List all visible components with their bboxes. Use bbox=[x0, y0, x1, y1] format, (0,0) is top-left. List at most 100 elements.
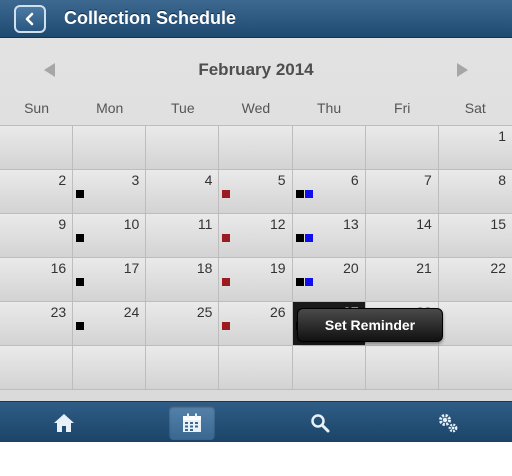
calendar-day-cell[interactable]: 13 bbox=[292, 214, 366, 258]
calendar-empty-cell bbox=[0, 126, 74, 170]
blue-collection-marker bbox=[304, 278, 313, 286]
calendar-day-cell[interactable]: 25 bbox=[146, 302, 220, 346]
day-number: 13 bbox=[343, 216, 359, 232]
blue-collection-marker bbox=[304, 190, 313, 198]
home-icon bbox=[54, 414, 74, 432]
collection-markers bbox=[295, 278, 313, 286]
calendar-empty-cell bbox=[73, 126, 147, 170]
calendar-empty-cell bbox=[292, 126, 366, 170]
calendar-day-cell[interactable]: 1 bbox=[438, 126, 512, 170]
next-month-button[interactable] bbox=[457, 63, 468, 77]
weekday-header-row: Sun Mon Tue Wed Thu Fri Sat bbox=[0, 100, 512, 122]
day-number: 6 bbox=[350, 172, 359, 188]
calendar-panel: February 2014 Sun Mon Tue Wed Thu Fri Sa… bbox=[0, 38, 512, 401]
tab-home[interactable] bbox=[41, 406, 87, 440]
day-number: 20 bbox=[343, 260, 359, 276]
blue-collection-marker bbox=[304, 234, 313, 242]
weekday-label: Wed bbox=[241, 100, 271, 116]
calendar-day-cell[interactable]: 3 bbox=[73, 170, 147, 214]
day-number: 7 bbox=[424, 172, 432, 188]
month-title: February 2014 bbox=[198, 60, 314, 79]
calendar-day-cell[interactable]: 18 bbox=[146, 258, 220, 302]
calendar-empty-cell bbox=[365, 346, 439, 390]
weekday-label: Sun bbox=[24, 100, 50, 116]
red-collection-marker bbox=[222, 190, 231, 198]
day-number: 22 bbox=[490, 260, 506, 276]
day-number: 12 bbox=[269, 216, 286, 232]
calendar-day-cell[interactable]: 19 bbox=[219, 258, 293, 302]
calendar-empty-cell bbox=[219, 126, 293, 170]
calendar-icon bbox=[183, 413, 201, 432]
day-number: 2 bbox=[58, 172, 67, 188]
calendar-day-cell[interactable]: 7 bbox=[365, 170, 439, 214]
black-collection-marker bbox=[76, 190, 85, 198]
calendar-day-cell[interactable]: 2 bbox=[0, 170, 74, 214]
black-collection-marker bbox=[295, 278, 304, 286]
calendar-day-cell[interactable]: 21 bbox=[365, 258, 439, 302]
collection-markers bbox=[222, 322, 231, 330]
app-header: Collection Schedule bbox=[0, 0, 512, 38]
calendar-day-cell[interactable]: 9 bbox=[0, 214, 74, 258]
calendar-day-cell[interactable]: 8 bbox=[438, 170, 512, 214]
calendar-day-cell[interactable]: 20 bbox=[292, 258, 366, 302]
calendar-day-cell[interactable]: 4 bbox=[146, 170, 220, 214]
calendar-day-cell[interactable]: 15 bbox=[438, 214, 512, 258]
calendar-day-cell[interactable]: 26 bbox=[219, 302, 293, 346]
day-number: 18 bbox=[196, 260, 213, 276]
day-number: 24 bbox=[123, 304, 140, 320]
calendar-grid: 1 2 3 4 5 6 7 8 9 10 11 12 13 14 15 16 17 18 19 20 21 22 23 24 2… bbox=[0, 125, 512, 390]
calendar-empty-cell bbox=[73, 346, 147, 390]
calendar-day-cell[interactable]: 23 bbox=[0, 302, 74, 346]
calendar-day-cell[interactable]: 6 bbox=[292, 170, 366, 214]
day-number: 14 bbox=[416, 216, 432, 232]
black-collection-marker bbox=[295, 234, 304, 242]
set-reminder-button[interactable]: Set Reminder bbox=[297, 308, 443, 342]
collection-markers bbox=[222, 190, 231, 198]
red-collection-marker bbox=[222, 322, 231, 330]
weekday-label: Sat bbox=[464, 100, 486, 116]
calendar-day-cell[interactable]: 17 bbox=[73, 258, 147, 302]
day-number: 9 bbox=[58, 216, 67, 232]
day-number: 26 bbox=[269, 304, 286, 320]
weekday-label: Fri bbox=[394, 100, 411, 116]
calendar-day-cell[interactable]: 24 bbox=[73, 302, 147, 346]
calendar-day-cell[interactable]: 22 bbox=[438, 258, 512, 302]
calendar-empty-cell bbox=[292, 346, 366, 390]
collection-markers bbox=[76, 278, 85, 286]
chevron-left-icon bbox=[25, 12, 34, 26]
day-number: 11 bbox=[197, 216, 213, 232]
calendar-day-cell[interactable]: 5 bbox=[219, 170, 293, 214]
black-collection-marker bbox=[76, 234, 85, 242]
day-number: 16 bbox=[50, 260, 67, 276]
calendar-day-cell[interactable]: 11 bbox=[146, 214, 220, 258]
day-number: 3 bbox=[131, 172, 140, 188]
search-icon bbox=[311, 414, 330, 433]
day-number: 5 bbox=[277, 172, 286, 188]
collection-markers bbox=[76, 190, 85, 198]
calendar-day-cell[interactable]: 12 bbox=[219, 214, 293, 258]
calendar-empty-cell bbox=[438, 302, 512, 346]
calendar-day-cell[interactable]: 16 bbox=[0, 258, 74, 302]
collection-markers bbox=[295, 190, 313, 198]
collection-markers bbox=[295, 234, 313, 242]
collection-markers bbox=[222, 278, 231, 286]
weekday-label: Tue bbox=[171, 100, 195, 116]
calendar-day-cell[interactable]: 14 bbox=[365, 214, 439, 258]
day-number: 19 bbox=[269, 260, 286, 276]
day-number: 21 bbox=[416, 260, 432, 276]
day-number: 17 bbox=[123, 260, 140, 276]
tab-calendar[interactable] bbox=[169, 406, 215, 440]
tab-search[interactable] bbox=[297, 406, 343, 440]
tab-settings[interactable] bbox=[425, 406, 471, 440]
red-collection-marker bbox=[222, 278, 231, 286]
page-title: Collection Schedule bbox=[64, 8, 237, 28]
calendar-empty-cell bbox=[0, 346, 74, 390]
black-collection-marker bbox=[76, 322, 85, 330]
calendar-empty-cell bbox=[219, 346, 293, 390]
day-number: 10 bbox=[123, 216, 140, 232]
calendar-empty-cell bbox=[365, 126, 439, 170]
collection-markers bbox=[76, 234, 85, 242]
bottom-tab-bar bbox=[0, 401, 512, 442]
back-button[interactable] bbox=[14, 5, 46, 33]
calendar-day-cell[interactable]: 10 bbox=[73, 214, 147, 258]
